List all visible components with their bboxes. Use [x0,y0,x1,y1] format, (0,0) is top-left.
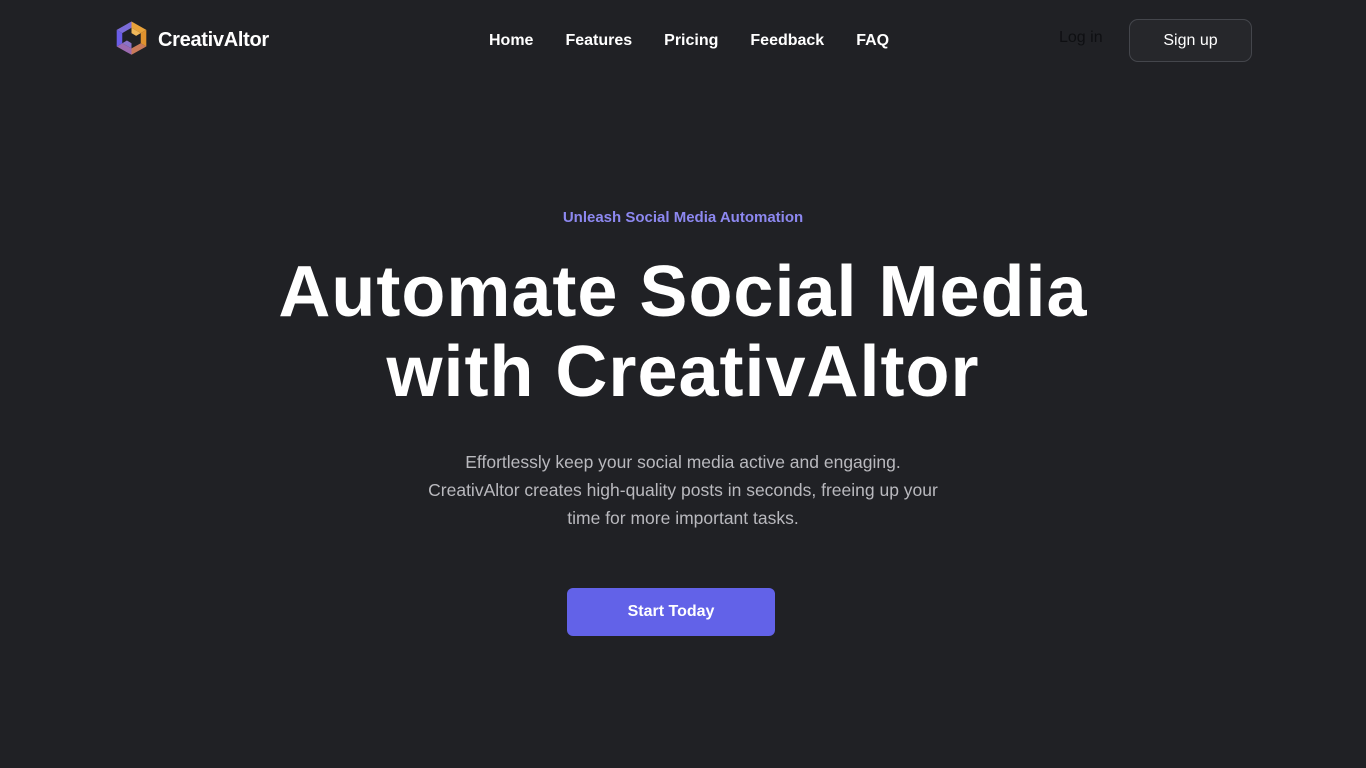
brand-home-link[interactable]: CreativAltor [113,19,269,61]
login-link[interactable]: Log in [1059,29,1103,47]
nav-item-feedback[interactable]: Feedback [750,32,824,50]
main-nav: Home Features Pricing Feedback FAQ [489,29,889,53]
hero-title: Automate Social Media with CreativAltor [0,252,1366,412]
hero-title-line-2: with CreativAltor [386,332,980,412]
hero-description: Effortlessly keep your social media acti… [428,452,938,528]
nav-item-home[interactable]: Home [489,32,533,50]
nav-item-pricing[interactable]: Pricing [664,32,718,50]
hero-title-line-1: Automate Social Media [278,252,1088,332]
start-today-button[interactable]: Start Today [567,588,775,636]
brand-name: CreativAltor [158,28,269,51]
signup-button[interactable]: Sign up [1129,19,1252,62]
hexagon-swirl-logo-icon [116,21,147,55]
nav-item-features[interactable]: Features [565,32,632,50]
hero-eyebrow: Unleash Social Media Automation [562,209,804,226]
nav-item-faq[interactable]: FAQ [856,32,889,50]
top-navbar: CreativAltor Home Features Pricing Feedb… [0,0,1366,82]
